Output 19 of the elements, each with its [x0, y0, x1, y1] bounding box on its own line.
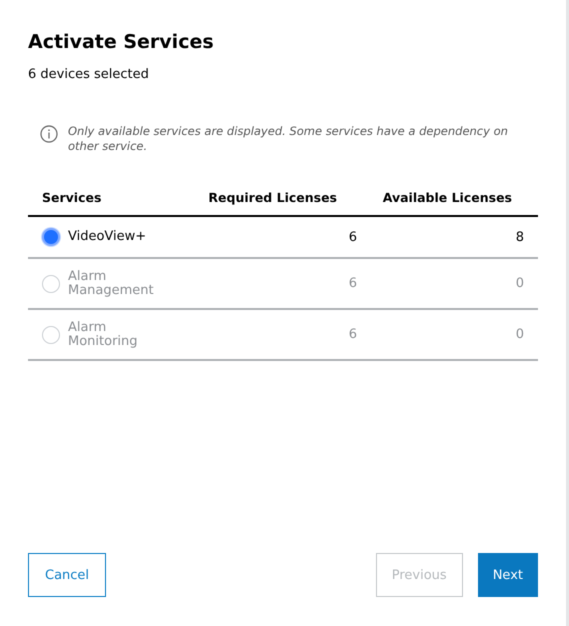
info-icon: [40, 125, 58, 143]
service-name: VideoView+: [68, 230, 146, 244]
table-cell-text: 0: [514, 276, 525, 291]
radio-button[interactable]: [42, 228, 60, 246]
table-cell-text: 0: [514, 327, 525, 342]
table-cell-text: 6: [348, 327, 358, 342]
column-header: Available Licenses: [382, 190, 513, 205]
dialog-title: Activate Services: [28, 31, 215, 53]
service-name: Alarm Monitoring: [68, 320, 139, 348]
table-cell-text: 6: [348, 230, 358, 244]
info-text: Only available services are displayed. Some services have a dependency on other service.: [68, 124, 509, 154]
table-cell-text: 8: [514, 230, 525, 244]
column-header: Services: [41, 190, 102, 205]
table-cell-text: 6: [348, 276, 358, 291]
column-header: Required Licenses: [207, 190, 338, 205]
cancel-button[interactable]: Cancel: [28, 553, 106, 597]
dialog-subtitle: 6 devices selected: [28, 67, 150, 82]
service-name: Alarm Management: [68, 270, 155, 298]
next-button[interactable]: Next: [478, 553, 538, 597]
